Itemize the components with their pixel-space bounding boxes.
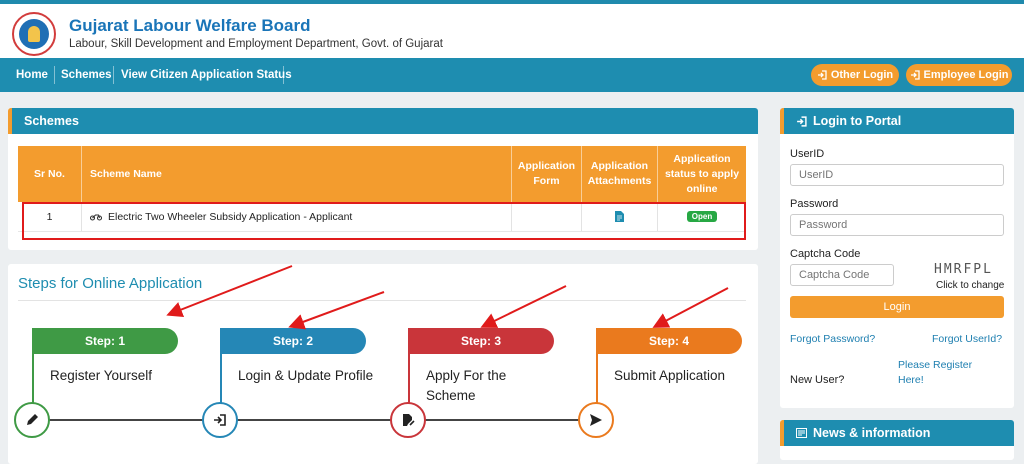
captcha-refresh-hint[interactable]: Click to change	[936, 280, 1004, 291]
news-heading: News & information	[780, 420, 1014, 446]
login-panel: Login to Portal UserID Password Captcha …	[780, 108, 1014, 408]
captcha-image[interactable]: HMRFPL	[934, 262, 993, 277]
forgot-password-link[interactable]: Forgot Password?	[790, 333, 875, 345]
userid-input[interactable]	[790, 164, 1004, 186]
password-label: Password	[790, 198, 839, 210]
login-button[interactable]: Login	[790, 296, 1004, 318]
captcha-input[interactable]	[790, 264, 894, 286]
news-heading-text: News & information	[813, 426, 931, 440]
arrow-step-2	[288, 291, 385, 330]
forgot-userid-link[interactable]: Forgot UserId?	[932, 333, 1002, 345]
captcha-label: Captcha Code	[790, 248, 861, 260]
login-heading: Login to Portal	[780, 108, 1014, 134]
newspaper-icon	[796, 428, 807, 438]
arrow-step-3	[480, 285, 567, 328]
userid-label: UserID	[790, 148, 825, 160]
arrow-step-1	[166, 265, 293, 318]
register-link[interactable]: Please Register Here!	[898, 358, 988, 388]
new-user-label: New User?	[790, 374, 845, 386]
login-heading-text: Login to Portal	[813, 114, 902, 128]
login-icon	[797, 115, 807, 127]
arrow-step-4	[652, 287, 729, 328]
news-panel: News & information	[780, 420, 1014, 460]
password-input[interactable]	[790, 214, 1004, 236]
